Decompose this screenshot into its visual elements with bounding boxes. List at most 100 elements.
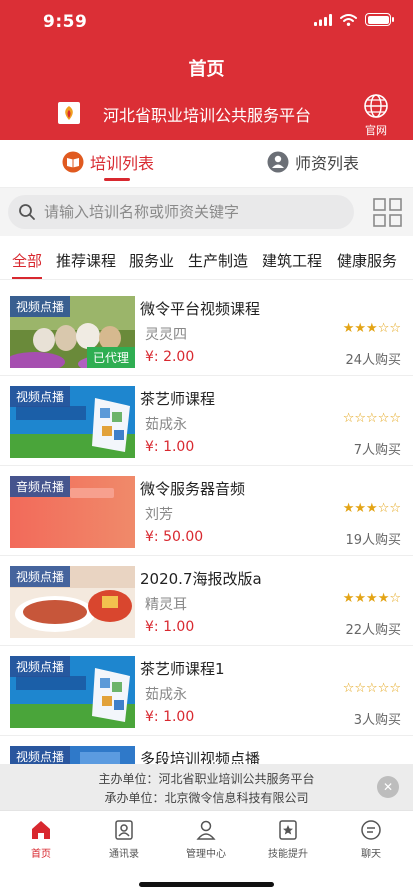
wifi-icon [340, 13, 357, 26]
course-title: 微令服务器音频 [140, 480, 246, 498]
tab-teacher-list[interactable]: 师资列表 [267, 150, 359, 174]
star-empty-icon: ☆ [342, 681, 355, 696]
star-empty-icon: ☆ [377, 501, 390, 516]
buyer-count: 7人购买 [353, 443, 401, 458]
star-empty-icon: ☆ [389, 321, 401, 336]
buyer-count: 19人购买 [345, 533, 401, 548]
certificate-icon [279, 820, 297, 840]
nav-home[interactable]: 首页 [6, 819, 76, 860]
tab-training-label: 培训列表 [90, 154, 155, 173]
star-filled-icon: ★ [366, 321, 378, 336]
course-teacher: 茹成永 [145, 417, 187, 433]
category-construction[interactable]: 建筑工程 [262, 250, 322, 271]
course-item[interactable]: 视频点播 2020.7海报改版a 精灵耳 ¥: 1.00 ★★★★☆ 22人购买 [0, 556, 413, 646]
home-indicator [139, 882, 274, 887]
tab-active-indicator [104, 178, 130, 181]
rating-stars: ★★★☆☆ [343, 321, 401, 336]
agent-badge: 已代理 [86, 347, 135, 368]
nav-contacts[interactable]: 通讯录 [89, 819, 159, 860]
category-service[interactable]: 服务业 [129, 250, 174, 271]
course-price: ¥: 1.00 [145, 619, 195, 635]
rating-stars: ★★★☆☆ [343, 501, 401, 516]
rating-stars: ★★★★☆ [343, 591, 401, 606]
contacts-icon [115, 820, 133, 840]
star-filled-icon: ★ [354, 591, 367, 606]
course-thumbnail: 视频点播 [10, 566, 135, 638]
book-icon [62, 151, 84, 173]
nav-management-label: 管理中心 [186, 849, 226, 860]
star-filled-icon: ★ [366, 591, 378, 606]
nav-skills-label: 技能提升 [268, 849, 308, 860]
star-empty-icon: ☆ [377, 411, 390, 426]
buyer-count: 22人购买 [345, 623, 401, 638]
buyer-count: 3人购买 [353, 713, 401, 728]
star-filled-icon: ★ [342, 591, 355, 606]
course-item[interactable]: 视频点播 茶艺师课程1 茹成永 ¥: 1.00 ☆☆☆☆☆ 3人购买 [0, 646, 413, 736]
nav-home-label: 首页 [31, 849, 51, 860]
battery-icon [365, 13, 394, 26]
media-type-tag: 视频点播 [10, 296, 71, 317]
platform-name: 河北省职业培训公共服务平台 [103, 106, 312, 125]
star-filled-icon: ★ [342, 321, 355, 336]
course-price: ¥: 50.00 [145, 529, 204, 545]
star-filled-icon: ★ [354, 321, 367, 336]
star-empty-icon: ☆ [377, 321, 390, 336]
star-empty-icon: ☆ [389, 591, 401, 606]
close-icon[interactable]: ✕ [377, 776, 399, 798]
app-header: 9:59 首页 河北省职业培训公共服务平台 官网 [0, 0, 413, 140]
course-thumbnail: 视频点播 [10, 746, 135, 764]
person-icon [267, 151, 289, 173]
category-health[interactable]: 健康服务 [337, 250, 397, 271]
course-teacher: 精灵耳 [145, 597, 187, 613]
star-empty-icon: ☆ [354, 411, 367, 426]
tab-teacher-label: 师资列表 [295, 154, 360, 173]
media-type-tag: 视频点播 [10, 566, 71, 587]
search-box[interactable] [8, 195, 354, 229]
course-list: 视频点播 已代理 微令平台视频课程 灵灵四 ¥: 2.00 ★★★☆☆ 24人购… [0, 286, 413, 764]
star-empty-icon: ☆ [342, 411, 355, 426]
nav-skills[interactable]: 技能提升 [253, 819, 323, 860]
media-type-tag: 视频点播 [10, 746, 71, 764]
grid-view-icon[interactable] [373, 198, 403, 228]
course-price: ¥: 2.00 [145, 349, 195, 365]
media-type-tag: 音频点播 [10, 476, 71, 497]
globe-icon [364, 94, 388, 118]
nav-management[interactable]: 管理中心 [171, 819, 241, 860]
rating-stars: ☆☆☆☆☆ [343, 411, 401, 426]
official-site-button[interactable]: 官网 [359, 93, 393, 138]
course-item[interactable]: 视频点播 多段培训视频点播 [0, 736, 413, 764]
course-price: ¥: 1.00 [145, 439, 195, 455]
star-empty-icon: ☆ [389, 501, 401, 516]
course-title: 微令平台视频课程 [140, 300, 261, 318]
course-item[interactable]: 视频点播 已代理 微令平台视频课程 灵灵四 ¥: 2.00 ★★★☆☆ 24人购… [0, 286, 413, 376]
home-icon [32, 821, 50, 839]
search-input[interactable] [44, 203, 334, 221]
star-empty-icon: ☆ [389, 411, 401, 426]
course-teacher: 灵灵四 [145, 327, 187, 343]
course-teacher: 茹成永 [145, 687, 187, 703]
star-empty-icon: ☆ [366, 681, 378, 696]
page-title: 首页 [188, 59, 225, 80]
category-manufacturing[interactable]: 生产制造 [188, 250, 248, 271]
organizer-company: 承办单位：北京微令信息科技有限公司 [104, 791, 309, 805]
course-item[interactable]: 音频点播 微令服务器音频 刘芳 ¥: 50.00 ★★★☆☆ 19人购买 [0, 466, 413, 556]
buyer-count: 24人购买 [345, 353, 401, 368]
course-price: ¥: 1.00 [145, 709, 195, 725]
nav-chat[interactable]: 聊天 [336, 819, 406, 860]
star-empty-icon: ☆ [389, 681, 401, 696]
signal-icon [314, 13, 332, 26]
status-time: 9:59 [43, 12, 88, 32]
host-organization: 主办单位：河北省职业培训公共服务平台 [98, 772, 315, 786]
media-type-tag: 视频点播 [10, 386, 71, 407]
star-filled-icon: ★ [366, 501, 378, 516]
category-all[interactable]: 全部 [12, 250, 42, 271]
star-filled-icon: ★ [354, 501, 367, 516]
platform-logo-icon [58, 102, 80, 124]
course-thumbnail: 音频点播 [10, 476, 135, 548]
course-title: 2020.7海报改版a [140, 570, 262, 588]
nav-chat-label: 聊天 [361, 849, 381, 860]
category-recommended[interactable]: 推荐课程 [56, 250, 116, 271]
official-site-label: 官网 [365, 124, 387, 137]
tab-training-list[interactable]: 培训列表 [62, 150, 154, 174]
course-item[interactable]: 视频点播 茶艺师课程 茹成永 ¥: 1.00 ☆☆☆☆☆ 7人购买 [0, 376, 413, 466]
